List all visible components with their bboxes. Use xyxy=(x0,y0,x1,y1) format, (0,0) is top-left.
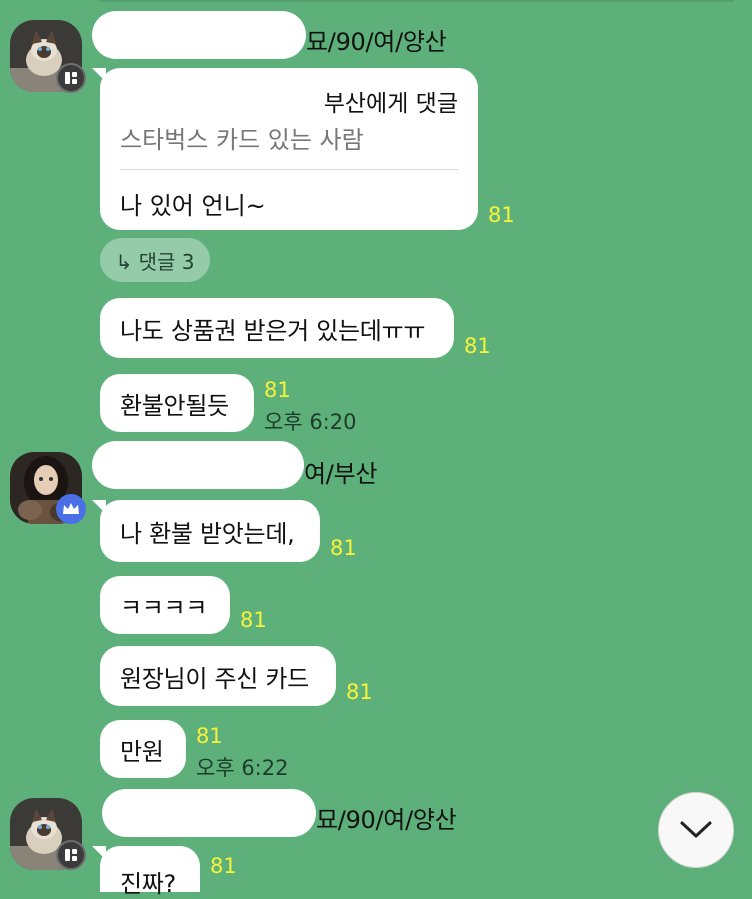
message-bubble[interactable]: 나도 상품권 받은거 있는데ㅠㅠ xyxy=(100,298,454,358)
comments-button[interactable]: ↳ 댓글 3 xyxy=(100,238,210,282)
sender-name-redacted xyxy=(102,789,316,837)
sender-name-redacted xyxy=(92,11,306,59)
read-count: 81 xyxy=(346,680,373,704)
read-count: 81 xyxy=(264,378,291,402)
message-bubble[interactable]: 원장님이 주신 카드 xyxy=(100,646,336,706)
quoted-message[interactable]: 스타벅스 카드 있는 사람 xyxy=(120,120,364,155)
message-time: 오후 6:22 xyxy=(196,756,289,780)
message-bubble[interactable]: 환불안될듯 xyxy=(100,374,254,432)
message-bubble[interactable]: ㅋㅋㅋㅋ xyxy=(100,576,230,634)
sender-name-suffix: 여/부산 xyxy=(304,460,378,488)
reply-divider xyxy=(120,169,458,170)
square-grid-icon xyxy=(56,63,86,93)
top-divider xyxy=(100,0,734,2)
sender-name-redacted xyxy=(92,441,304,489)
read-count: 81 xyxy=(330,536,357,560)
read-count: 81 xyxy=(488,203,515,227)
message-bubble[interactable]: 진짜? xyxy=(100,846,200,898)
read-count: 81 xyxy=(196,724,223,748)
crown-icon xyxy=(56,494,86,524)
read-count: 81 xyxy=(240,608,267,632)
message-bubble[interactable]: 나 환불 받앗는데, xyxy=(100,500,320,562)
read-count: 81 xyxy=(464,334,491,358)
square-grid-icon xyxy=(56,840,86,870)
sender-name-suffix: 묘/90/여/양산 xyxy=(316,806,457,834)
read-count: 81 xyxy=(210,854,237,878)
message-text: 나 있어 언니~ xyxy=(120,192,266,220)
scroll-to-bottom-button[interactable] xyxy=(658,792,734,868)
message-time: 오후 6:20 xyxy=(264,410,357,434)
chevron-down-icon xyxy=(680,821,712,838)
message-bubble[interactable]: 만원 xyxy=(100,720,186,778)
sender-name-suffix: 묘/90/여/양산 xyxy=(306,28,447,56)
reply-target-label: 부산에게 댓글 xyxy=(323,91,458,117)
reply-message-bubble[interactable]: 부산에게 댓글 스타벅스 카드 있는 사람 나 있어 언니~ xyxy=(100,68,478,230)
